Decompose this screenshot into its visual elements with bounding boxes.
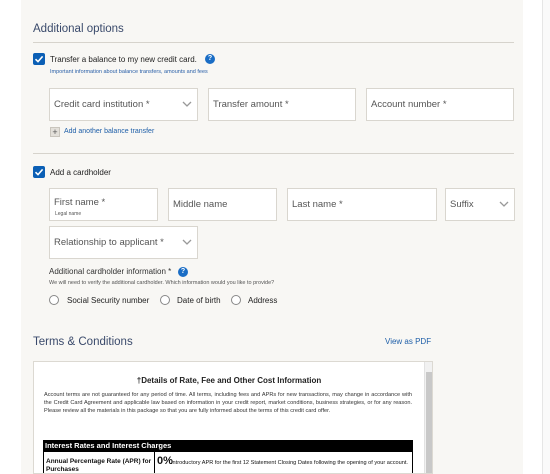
plus-icon[interactable]: + (50, 127, 60, 137)
apr-label: Annual Percentage Rate (APR) for Purchas… (46, 458, 152, 473)
apr-description: Introductory APR for the first 12 Statem… (171, 460, 408, 466)
checkmark-icon (34, 55, 44, 63)
page-scrollbar[interactable] (542, 0, 550, 474)
balance-transfer-label: Transfer a balance to my new credit card… (50, 55, 197, 64)
add-cardholder-checkbox[interactable] (33, 166, 45, 178)
credit-card-institution-label: Credit card institution * (54, 99, 150, 110)
view-as-pdf-link[interactable]: View as PDF (385, 337, 431, 346)
address-radio-label: Address (248, 296, 278, 305)
suffix-select[interactable]: Suffix (445, 188, 515, 221)
relationship-select[interactable]: Relationship to applicant * (49, 226, 198, 259)
terms-scrollbar[interactable] (424, 362, 432, 473)
transfer-amount-input[interactable]: Transfer amount * (208, 88, 356, 121)
chevron-down-icon (182, 101, 192, 107)
divider (33, 42, 514, 43)
scrollbar-thumb[interactable] (426, 372, 432, 473)
cardholder-info-label: Additional cardholder information * (49, 267, 172, 276)
table-row: Annual Percentage Rate (APR) for Purchas… (43, 452, 413, 473)
last-name-input[interactable]: Last name * (287, 188, 437, 221)
question-icon[interactable]: ? (205, 54, 215, 64)
first-name-label: First name * (54, 197, 106, 208)
add-balance-transfer-link[interactable]: Add another balance transfer (64, 128, 154, 135)
balance-transfer-info-link[interactable]: Important information about balance tran… (50, 69, 208, 75)
terms-paragraph: Account terms are not guaranteed for any… (44, 392, 412, 414)
dob-radio-label: Date of birth (177, 296, 221, 305)
chevron-down-icon (182, 239, 192, 245)
first-name-input[interactable]: First name * Legal name (49, 188, 158, 221)
cell-divider (154, 452, 155, 473)
balance-transfer-checkbox[interactable] (33, 53, 45, 65)
suffix-label: Suffix (450, 199, 474, 210)
terms-doc-title: †Details of Rate, Fee and Other Cost Inf… (136, 376, 322, 385)
checkmark-icon (34, 168, 44, 176)
add-cardholder-label: Add a cardholder (50, 168, 111, 177)
credit-card-institution-select[interactable]: Credit card institution * (49, 88, 198, 121)
dob-radio[interactable] (160, 295, 170, 305)
middle-name-label: Middle name (173, 199, 228, 210)
additional-options-heading: Additional options (33, 23, 124, 35)
terms-document[interactable]: †Details of Rate, Fee and Other Cost Inf… (33, 361, 433, 474)
account-number-input[interactable]: Account number * (366, 88, 514, 121)
first-name-hint: Legal name (55, 211, 82, 217)
account-number-label: Account number * (371, 99, 447, 110)
middle-name-input[interactable]: Middle name (168, 188, 277, 221)
ssn-radio-label: Social Security number (67, 296, 150, 305)
cardholder-info-help: We will need to verify the additional ca… (49, 280, 275, 286)
ssn-radio[interactable] (49, 295, 59, 305)
interest-rates-header: Interest Rates and Interest Charges (43, 440, 413, 452)
relationship-label: Relationship to applicant * (54, 237, 164, 248)
divider (33, 153, 514, 154)
last-name-label: Last name * (292, 199, 343, 210)
terms-heading: Terms & Conditions (33, 336, 133, 348)
question-icon[interactable]: ? (178, 267, 188, 277)
address-radio[interactable] (231, 295, 241, 305)
chevron-down-icon (499, 201, 509, 207)
transfer-amount-label: Transfer amount * (213, 99, 289, 110)
